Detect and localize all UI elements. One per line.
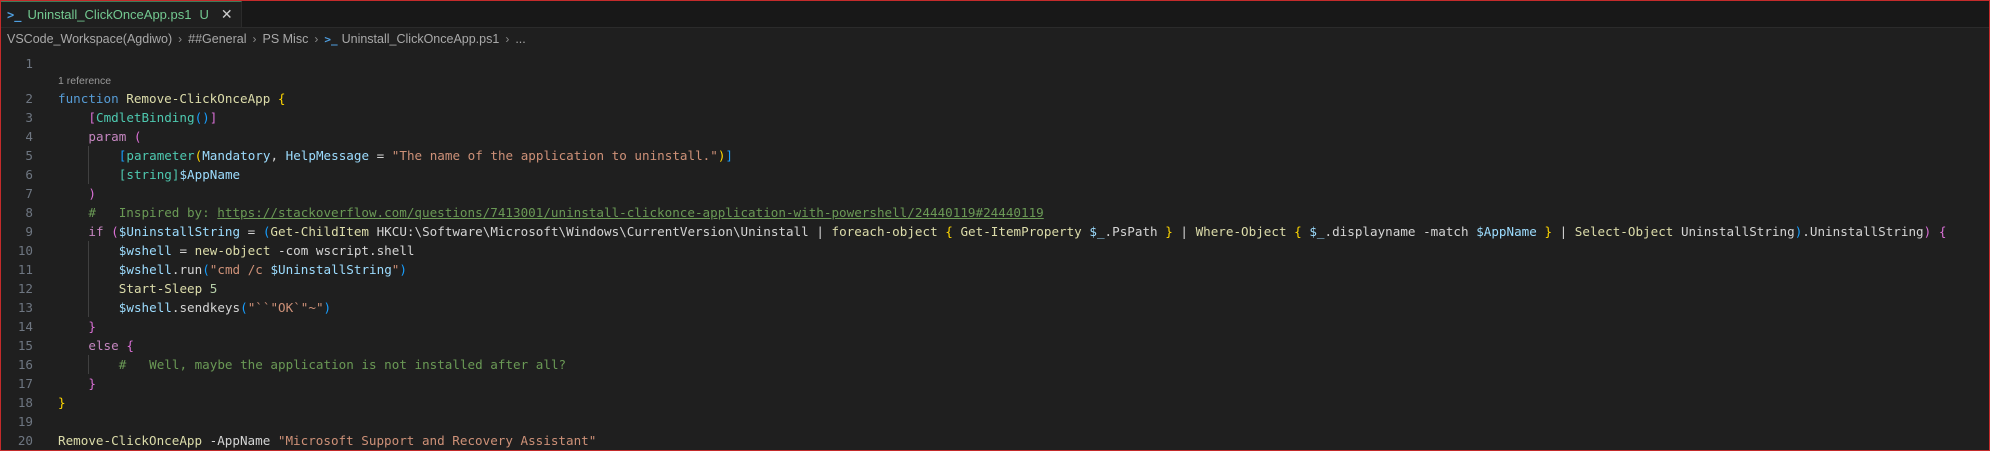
line-number: 8 (25, 205, 33, 220)
close-icon[interactable]: ✕ (221, 6, 233, 23)
code-line: 17 } (1, 374, 1989, 393)
powershell-icon: >_ (324, 32, 338, 46)
line-number: 7 (25, 186, 33, 201)
line-number: 5 (25, 148, 33, 163)
tab-filename: Uninstall_ClickOnceApp.ps1 (27, 7, 192, 22)
code-line: 4 param ( (1, 127, 1989, 146)
tab-uninstall-clickonceapp[interactable]: >_ Uninstall_ClickOnceApp.ps1 U ✕ (1, 1, 242, 27)
chevron-right-icon: › (505, 32, 510, 46)
line-number: 11 (17, 262, 33, 277)
line-number: 12 (17, 281, 33, 296)
chevron-right-icon: › (314, 32, 319, 46)
line-number: 16 (17, 357, 33, 372)
breadcrumb-item-ps-misc[interactable]: PS Misc (263, 32, 309, 46)
tab-bar: >_ Uninstall_ClickOnceApp.ps1 U ✕ (1, 1, 1989, 28)
breadcrumb: VSCode_Workspace(Agdiwo) › ##General › P… (1, 28, 1989, 50)
code-line: 12 Start-Sleep 5 (1, 279, 1989, 298)
code-line: 14 } (1, 317, 1989, 336)
comment-link[interactable]: https://stackoverflow.com/questions/7413… (217, 205, 1043, 220)
line-number: 19 (17, 414, 33, 429)
code-line: 1 (1, 54, 1989, 73)
code-line: 13 $wshell.sendkeys("``"OK`"~") (1, 298, 1989, 317)
code-line: 5 [parameter(Mandatory, HelpMessage = "T… (1, 146, 1989, 165)
line-number: 17 (17, 376, 33, 391)
line-number: 18 (17, 395, 33, 410)
code-line: 6 [string]$AppName (1, 165, 1989, 184)
line-number: 6 (25, 167, 33, 182)
breadcrumb-item-general[interactable]: ##General (188, 32, 246, 46)
chevron-right-icon: › (252, 32, 257, 46)
powershell-icon: >_ (7, 7, 22, 22)
breadcrumb-item-symbols[interactable]: ... (515, 32, 525, 46)
line-number: 15 (17, 338, 33, 353)
code-line: 16 # Well, maybe the application is not … (1, 355, 1989, 374)
line-number: 14 (17, 319, 33, 334)
code-line: 2 function Remove-ClickOnceApp { (1, 89, 1989, 108)
code-line: 3 [CmdletBinding()] (1, 108, 1989, 127)
code-line: 8 # Inspired by: https://stackoverflow.c… (1, 203, 1989, 222)
code-line: 20 Remove-ClickOnceApp -AppName "Microso… (1, 431, 1989, 450)
code-editor[interactable]: 1 1 reference 2 function Remove-ClickOnc… (1, 54, 1989, 450)
code-line: 9 if ($UninstallString = (Get-ChildItem … (1, 222, 1989, 241)
breadcrumb-item-workspace[interactable]: VSCode_Workspace(Agdiwo) (7, 32, 172, 46)
line-number: 10 (17, 243, 33, 258)
breadcrumb-item-file[interactable]: Uninstall_ClickOnceApp.ps1 (342, 32, 500, 46)
chevron-right-icon: › (178, 32, 183, 46)
codelens-references[interactable]: 1 reference (1, 73, 1989, 89)
line-number: 20 (17, 433, 33, 448)
line-number: 9 (25, 224, 33, 239)
code-line: 19 (1, 412, 1989, 431)
code-line: 10 $wshell = new-object -com wscript.she… (1, 241, 1989, 260)
line-number: 4 (25, 129, 33, 144)
code-line: 18 } (1, 393, 1989, 412)
code-line: 7 ) (1, 184, 1989, 203)
code-line: 15 else { (1, 336, 1989, 355)
git-untracked-status: U (199, 7, 209, 22)
line-number: 3 (25, 110, 33, 125)
code-line: 11 $wshell.run("cmd /c $UninstallString"… (1, 260, 1989, 279)
line-number: 2 (25, 91, 33, 106)
line-number: 1 (25, 56, 33, 71)
line-number: 13 (17, 300, 33, 315)
